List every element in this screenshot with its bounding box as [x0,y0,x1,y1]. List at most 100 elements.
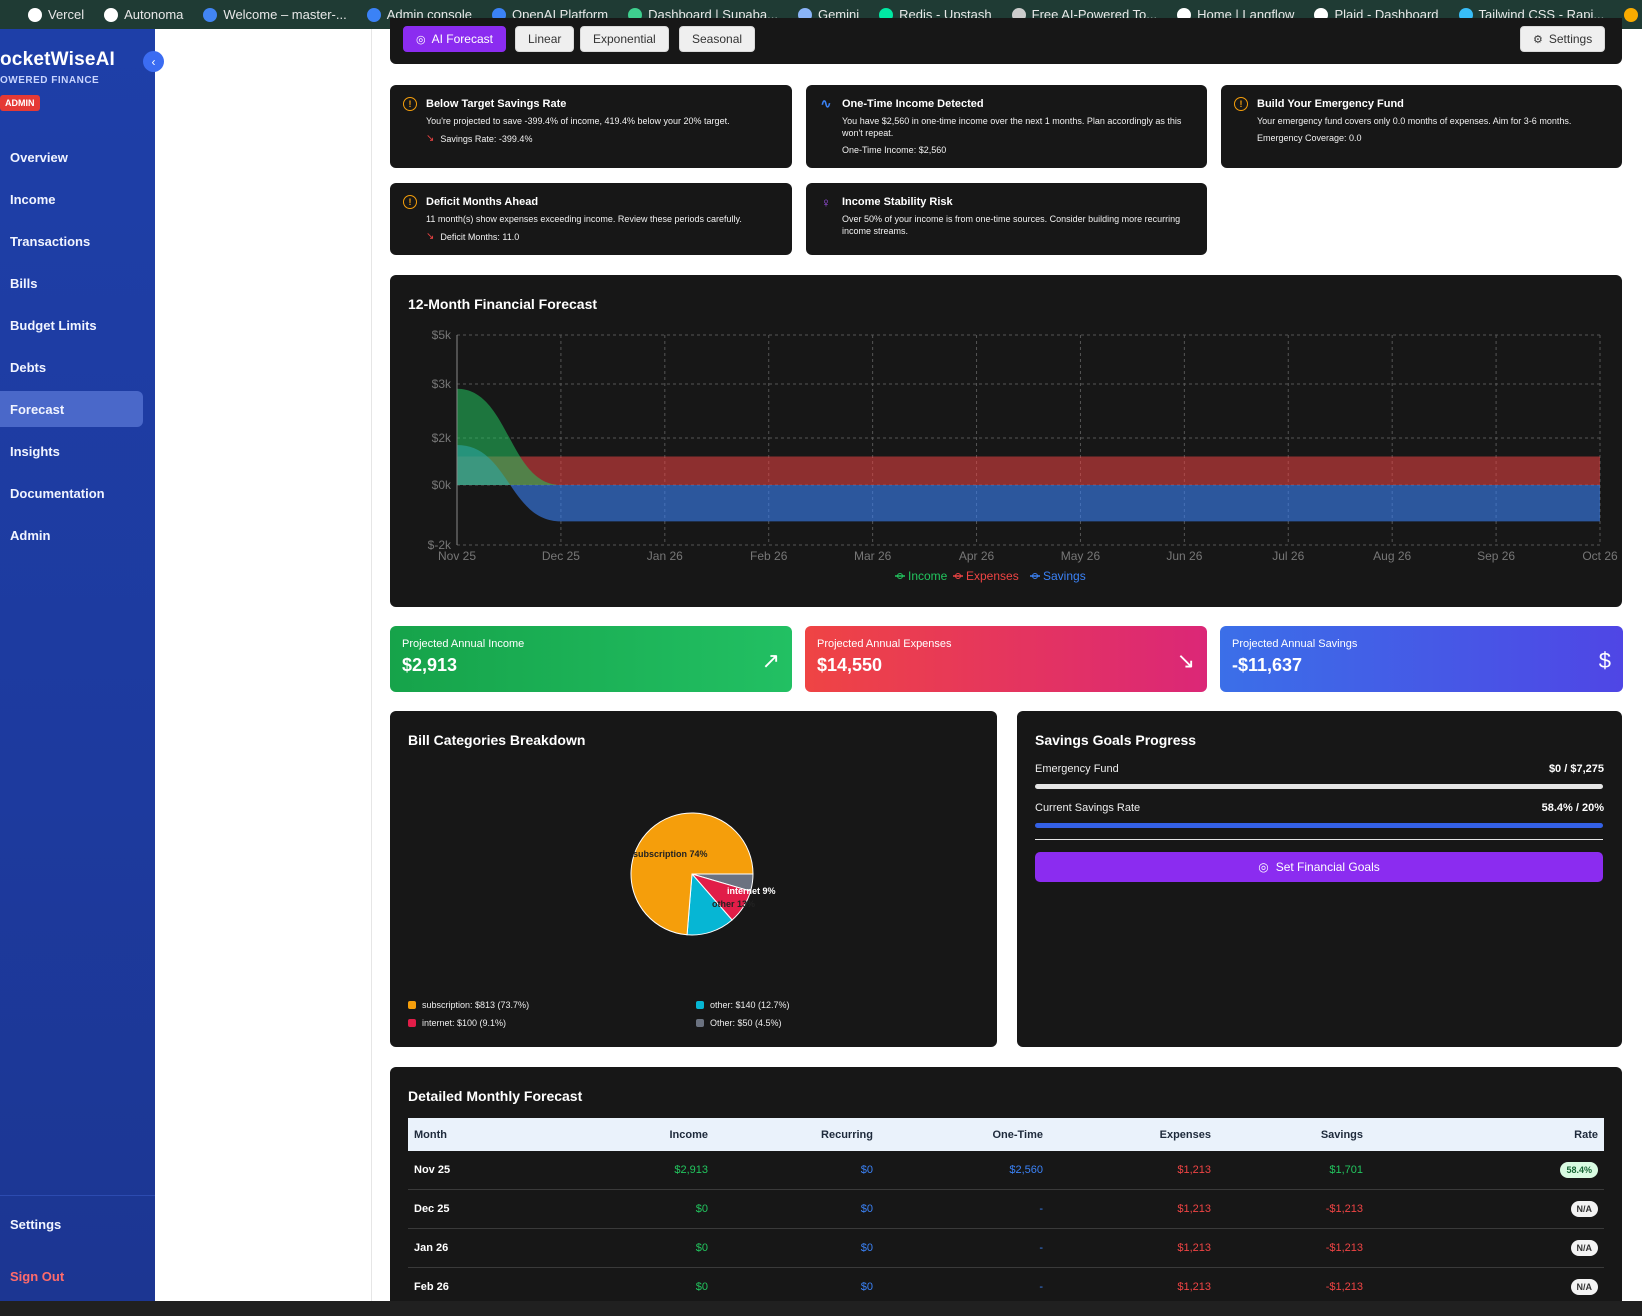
sidebar-item-transactions[interactable]: Transactions [0,223,143,259]
legend-swatch [696,1019,704,1027]
goal-progress-bar [1035,784,1603,789]
table-row[interactable]: Dec 25 $0 $0- $1,213 -$1,213 N/A [408,1190,1604,1229]
cell-expenses: $1,213 [1177,1229,1211,1267]
settings-button[interactable]: ⚙ Settings [1520,26,1606,52]
taskbar [0,1301,1642,1316]
bookmark-label: Autonoma [124,7,184,22]
bookmark-item[interactable]: Vercel [18,7,94,22]
stat-value: $2,913 [402,655,458,675]
autonoma-icon [104,7,119,22]
pie-label: internet 9% [727,886,776,896]
column-header[interactable]: Income [669,1118,708,1151]
goal-progress-fill [1035,823,1603,828]
cell-value: $1,701 [1329,1164,1363,1176]
column-header[interactable]: Expenses [1160,1118,1211,1151]
x-tick-label: Jun 26 [1166,549,1202,563]
y-tick-label: $5k [432,328,452,342]
table-row[interactable]: Jan 26 $0 $0- $1,213 -$1,213 N/A [408,1229,1604,1268]
tab-exponential[interactable]: Exponential [580,26,669,52]
cell-savings: $1,701 [1329,1151,1363,1189]
cell-value: - [1039,1281,1043,1293]
insight-card: ! Build Your Emergency Fund Your emergency… [1221,85,1622,168]
content-divider [371,29,372,1301]
sidebar-item-documentation[interactable]: Documentation [0,475,143,511]
insight-text: Your emergency fund covers only 0.0 mont… [1257,116,1572,126]
collapse-sidebar-button[interactable]: ‹ [143,51,164,72]
cell-recurring: $0 [861,1190,873,1228]
trending-up-icon: ↗ [761,648,780,673]
goal-value: $0 / $7,275 [1548,763,1604,775]
bookmark-label: Welcome – master-... [223,7,347,22]
cell-value: -$1,213 [1325,1242,1363,1254]
stat-label: Projected Annual Savings [1232,638,1358,650]
goal-label: Current Savings Rate [1035,802,1141,814]
legend-label: other: $140 (12.7%) [710,1000,790,1010]
button-label: Set Financial Goals [1275,860,1380,874]
monthly-forecast-title: Detailed Monthly Forecast [408,1088,583,1104]
goal-value: 58.4% / 20% [1541,802,1604,814]
x-tick-label: Jan 26 [647,549,683,563]
cell-rate: 58.4% [1560,1151,1598,1189]
trending-down-icon: ↘ [1176,648,1195,673]
brand-name[interactable]: ocketWiseAI [0,49,115,71]
stat-annual-income: Projected Annual Income $2,913 ↗ [390,626,792,692]
legend-label: internet: $100 (9.1%) [422,1018,507,1028]
cell-income: $2,913 [674,1151,708,1189]
cell-onetime: - [1039,1229,1043,1267]
cell-expenses: $1,213 [1177,1190,1211,1228]
sidebar-settings[interactable]: Settings [0,1206,143,1242]
settings-label: Settings [1548,32,1593,46]
rate-badge: N/A [1570,1240,1598,1256]
sidebar-footer: Settings Sign Out [0,1195,155,1310]
insight-text: You have $2,560 in one-time income over … [842,116,1182,138]
insight-metric-value: Savings Rate: -399.4% [440,133,533,144]
sidebar-item-bills[interactable]: Bills [0,265,143,301]
cell-income: $0 [696,1229,708,1267]
legend-label: Income [908,569,948,583]
column-header[interactable]: Month [414,1118,447,1151]
sidebar-item-insights[interactable]: Insights [0,433,143,469]
cell-value: $0 [860,1281,873,1293]
cell-value: Jan 26 [414,1242,449,1254]
bookmark-item[interactable]: Autonoma [94,7,193,22]
bill-pie-chart[interactable]: subscription 74% internet 9% other 13% [390,711,997,1047]
column-header[interactable]: One-Time [992,1118,1043,1151]
legend-subscription: subscription: $813 (73.7%) [408,1000,529,1010]
insight-title: Below Target Savings Rate [426,98,567,110]
column-header[interactable]: Rate [1574,1118,1598,1151]
tab-linear[interactable]: Linear [515,26,575,52]
sidebar-item-overview[interactable]: Overview [0,139,143,175]
tab-seasonal[interactable]: Seasonal [679,26,756,52]
admin-badge: ADMIN [0,95,40,111]
sidebar-item-income[interactable]: Income [0,181,143,217]
y-tick-label: $0k [432,478,452,492]
cell-rate: N/A [1570,1190,1598,1228]
y-tick-label: $3k [432,377,452,391]
sidebar-item-budget-limits[interactable]: Budget Limits [0,307,143,343]
forecast-chart[interactable]: $5k$3k$2k$0k$-2kNov 25 Dec 25 Jan 26 Feb 26… [390,275,1622,607]
insight-card: ∿ One-Time Income Detected You have $2,560… [806,85,1207,168]
column-header[interactable]: Savings [1321,1118,1363,1151]
bookmark-item[interactable]: Welcome – master-... [193,7,356,22]
tab-ai-forecast[interactable]: ◎ AI Forecast [403,26,506,52]
cell-month: Jan 26 [414,1229,448,1267]
table-row[interactable]: Nov 25 $2,913 $0 $2,560 $1,213 $1,701 58.4% [408,1151,1604,1190]
monthly-forecast-card: Detailed Monthly Forecast Month Income Rec… [390,1067,1622,1307]
pie-label: subscription 74% [633,849,708,859]
cell-savings: -$1,213 [1326,1190,1363,1228]
sidebar-item-debts[interactable]: Debts [0,349,143,385]
sidebar-item-forecast[interactable]: Forecast [0,391,143,427]
set-financial-goals-button[interactable]: ◎ Set Financial Goals [1035,852,1603,882]
column-header[interactable]: Recurring [821,1118,873,1151]
cell-value: $0 [860,1203,873,1215]
cell-recurring: $0 [861,1151,873,1189]
brand-subtitle: OWERED FINANCE [0,75,100,86]
x-tick-label: Sep 26 [1477,549,1515,563]
cell-month: Dec 25 [414,1190,449,1228]
x-tick-label: May 26 [1061,549,1101,563]
sign-out-button[interactable]: Sign Out [0,1258,143,1294]
stat-label: Projected Annual Income [402,638,525,650]
sidebar-item-admin[interactable]: Admin [0,517,143,553]
insight-title: One-Time Income Detected [842,98,984,110]
insight-text: Over 50% of your income is from one-time… [842,214,1181,236]
